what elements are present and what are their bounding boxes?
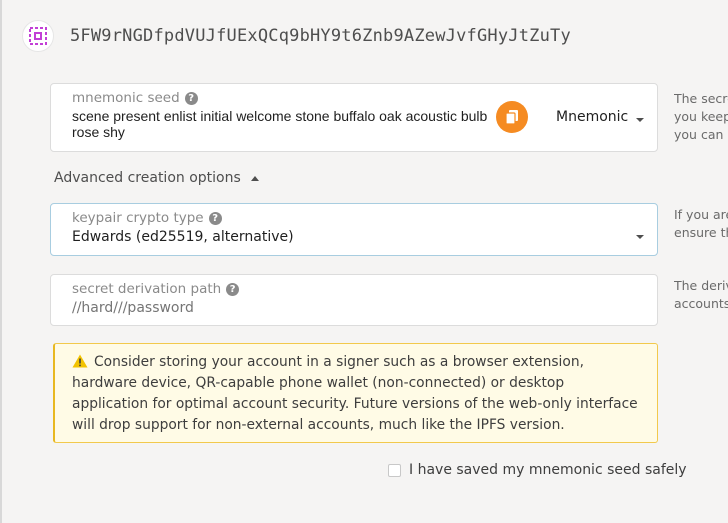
chevron-up-icon — [250, 175, 259, 181]
seed-help-line: you keep — [674, 109, 728, 124]
crypto-help-text: If you are ensure th — [674, 206, 728, 242]
help-icon[interactable]: ? — [208, 211, 222, 225]
account-header: 5FW9rNGDfpdVUJfUExQCq9bHY9t6Znb9AZewJvfG… — [22, 18, 571, 54]
saved-seed-checkbox[interactable] — [388, 463, 401, 477]
copy-button[interactable] — [496, 101, 528, 133]
saved-seed-label[interactable]: I have saved my mnemonic seed safely — [409, 462, 687, 478]
security-warning: Consider storing your account in a signe… — [53, 343, 658, 443]
seed-help-line: you can r — [674, 127, 728, 142]
crypto-type-label: keypair crypto type ? — [72, 210, 222, 226]
derivation-path-input[interactable] — [72, 300, 592, 316]
account-address: 5FW9rNGDfpdVUJfUExQCq9bHY9t6Znb9AZewJvfG… — [70, 26, 571, 46]
saved-seed-confirm[interactable]: I have saved my mnemonic seed safely — [388, 462, 687, 478]
left-border — [0, 0, 2, 523]
mnemonic-seed-input[interactable]: scene present enlist initial welcome sto… — [72, 108, 492, 140]
mnemonic-seed-label: mnemonic seed ? — [72, 90, 198, 106]
derivation-path-label: secret derivation path ? — [72, 281, 240, 297]
derivation-path-label-text: secret derivation path — [72, 281, 222, 297]
mnemonic-seed-field[interactable]: mnemonic seed ? scene present enlist ini… — [50, 83, 658, 152]
advanced-options-label: Advanced creation options — [54, 170, 241, 186]
crypto-type-value[interactable]: Edwards (ed25519, alternative) — [72, 229, 294, 245]
chevron-down-icon[interactable] — [636, 235, 644, 239]
crypto-help-line: ensure th — [674, 225, 728, 240]
account-identicon[interactable] — [22, 20, 54, 52]
help-icon[interactable]: ? — [226, 282, 240, 296]
crypto-help-line: If you are — [674, 207, 728, 222]
warning-text: Consider storing your account in a signe… — [72, 354, 638, 433]
identicon-icon — [29, 27, 47, 45]
seed-help-line: The secre — [674, 91, 728, 106]
crypto-type-label-text: keypair crypto type — [72, 210, 204, 226]
derivation-help-line: The deriv — [674, 278, 728, 293]
derivation-help-text: The deriv accounts — [674, 277, 728, 313]
seed-type-select[interactable]: Mnemonic — [556, 109, 628, 125]
derivation-path-field[interactable]: secret derivation path ? — [50, 274, 658, 326]
help-icon[interactable]: ? — [184, 91, 198, 105]
derivation-help-line: accounts — [674, 296, 728, 311]
chevron-down-icon[interactable] — [636, 118, 644, 122]
seed-help-text: The secre you keep you can r — [674, 90, 728, 144]
advanced-options-toggle[interactable]: Advanced creation options — [54, 170, 259, 186]
mnemonic-seed-label-text: mnemonic seed — [72, 90, 180, 106]
crypto-type-select[interactable]: keypair crypto type ? Edwards (ed25519, … — [50, 203, 658, 256]
copy-icon — [505, 110, 518, 125]
warning-icon — [72, 354, 88, 368]
